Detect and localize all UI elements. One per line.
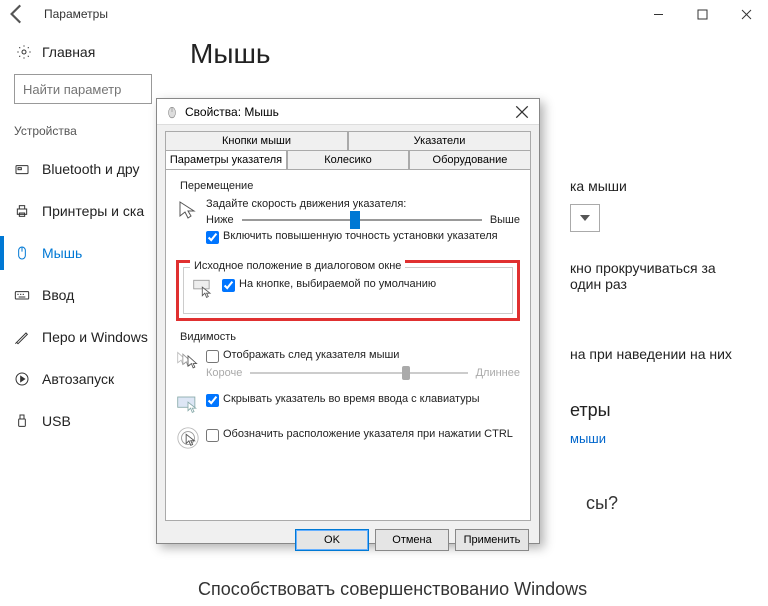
mouse-properties-dialog: Свойства: Мышь Кнопки мыши Указатели Пар… — [156, 98, 540, 544]
sidebar-item-label: Автозапуск — [42, 371, 114, 387]
questions-heading: сы? — [586, 493, 618, 514]
sidebar-item-label: Принтеры и ска — [42, 203, 144, 219]
ctrl-locate-input[interactable] — [206, 429, 219, 442]
pointer-speed-slider[interactable]: Ниже Выше — [206, 214, 520, 226]
snap-to-label: На кнопке, выбираемой по умолчанию — [239, 278, 436, 290]
ctrl-locate-checkbox[interactable]: Обозначить расположение указателя при на… — [206, 428, 513, 442]
sidebar-item-pen[interactable]: Перо и Windows — [14, 316, 160, 358]
window-controls — [636, 0, 768, 28]
sidebar: Главная Устройства Bluetooth и дру Принт… — [0, 34, 160, 456]
slider-fast-label: Выше — [490, 214, 520, 226]
footer-text: Способствоватъ совершенствованио Windows — [198, 579, 587, 600]
tab-strip: Кнопки мыши Указатели Параметры указател… — [165, 131, 531, 169]
mouse-icon — [165, 105, 179, 119]
tab-pointer-options[interactable]: Параметры указателя — [165, 150, 287, 169]
back-button[interactable] — [4, 1, 30, 27]
trails-slider: Короче Длиннее — [206, 367, 520, 379]
dropdown-partial[interactable] — [570, 204, 600, 232]
cancel-button[interactable]: Отмена — [375, 529, 449, 551]
snap-to-input[interactable] — [222, 279, 235, 292]
group-visibility-label: Видимость — [176, 331, 520, 343]
group-visibility: Видимость Отображать след указателя мыши… — [176, 331, 520, 459]
speed-label: Задайте скорость движения указателя: — [206, 198, 520, 210]
ctrl-locate-icon — [176, 426, 206, 453]
sidebar-item-label: Bluetooth и дру — [42, 161, 140, 177]
trails-icon — [176, 349, 206, 376]
sidebar-item-label: Перо и Windows — [42, 329, 148, 345]
snap-to-checkbox[interactable]: На кнопке, выбираемой по умолчанию — [222, 278, 436, 292]
group-snap-to: Исходное положение в диалоговом окне На … — [183, 267, 513, 314]
tab-content: Перемещение Задайте скорость движения ук… — [165, 169, 531, 521]
minimize-button[interactable] — [636, 0, 680, 28]
tab-wheel[interactable]: Колесико — [287, 150, 409, 169]
ctrl-locate-label: Обозначить расположение указателя при на… — [223, 428, 513, 440]
hide-typing-checkbox[interactable]: Скрывать указатель во время ввода с клав… — [206, 393, 480, 407]
additional-mouse-link[interactable]: мыши — [570, 431, 748, 446]
trails-long-label: Длиннее — [476, 367, 520, 379]
dialog-title: Свойства: Мышь — [185, 105, 279, 119]
trails-label: Отображать след указателя мыши — [223, 349, 399, 361]
hide-typing-icon — [176, 391, 206, 418]
trails-short-label: Короче — [206, 367, 242, 379]
enhance-precision-input[interactable] — [206, 231, 219, 244]
tab-buttons[interactable]: Кнопки мыши — [165, 131, 348, 150]
snap-to-icon — [192, 276, 222, 303]
enhance-precision-label: Включить повышенную точность установки у… — [223, 230, 498, 242]
sidebar-item-mouse[interactable]: Мышь — [14, 232, 160, 274]
sidebar-item-label: Ввод — [42, 287, 74, 303]
titlebar: Параметры — [0, 0, 768, 28]
text-hover: на при наведении на них — [570, 346, 748, 362]
slider-slow-label: Ниже — [206, 214, 234, 226]
group-snap-label: Исходное положение в диалоговом окне — [190, 260, 405, 272]
sidebar-item-usb[interactable]: USB — [14, 400, 160, 442]
group-movement: Перемещение Задайте скорость движения ук… — [176, 180, 520, 250]
category-label: Устройства — [14, 124, 160, 138]
sidebar-item-autoplay[interactable]: Автозапуск — [14, 358, 160, 400]
apply-button[interactable]: Применить — [455, 529, 529, 551]
dialog-buttons: OK Отмена Применить — [157, 521, 539, 559]
hide-typing-input[interactable] — [206, 394, 219, 407]
home-link[interactable]: Главная — [14, 34, 160, 74]
close-button[interactable] — [724, 0, 768, 28]
pointer-speed-icon — [176, 198, 206, 225]
tab-hardware[interactable]: Оборудование — [409, 150, 531, 169]
tab-pointers[interactable]: Указатели — [348, 131, 531, 150]
highlight-box: Исходное положение в диалоговом окне На … — [176, 260, 520, 321]
ok-button[interactable]: OK — [295, 529, 369, 551]
group-movement-label: Перемещение — [176, 180, 520, 192]
page-title: Мышь — [190, 38, 748, 70]
window-title: Параметры — [44, 7, 108, 21]
params-heading: етры — [570, 400, 748, 421]
dialog-titlebar: Свойства: Мышь — [157, 99, 539, 125]
sidebar-item-label: USB — [42, 413, 71, 429]
home-label: Главная — [42, 44, 95, 60]
hide-typing-label: Скрывать указатель во время ввода с клав… — [223, 393, 480, 405]
maximize-button[interactable] — [680, 0, 724, 28]
dialog-close-button[interactable] — [515, 102, 535, 122]
sidebar-item-bluetooth[interactable]: Bluetooth и дру — [14, 148, 160, 190]
enhance-precision-checkbox[interactable]: Включить повышенную точность установки у… — [206, 230, 520, 244]
sidebar-item-label: Мышь — [42, 245, 82, 261]
sidebar-item-printers[interactable]: Принтеры и ска — [14, 190, 160, 232]
search-box[interactable] — [14, 74, 152, 104]
sidebar-item-typing[interactable]: Ввод — [14, 274, 160, 316]
trails-input[interactable] — [206, 350, 219, 363]
text-scroll: кно прокручиваться за один раз — [570, 260, 748, 292]
text-button-label: ка мыши — [570, 178, 748, 194]
trails-checkbox[interactable]: Отображать след указателя мыши — [206, 349, 520, 363]
